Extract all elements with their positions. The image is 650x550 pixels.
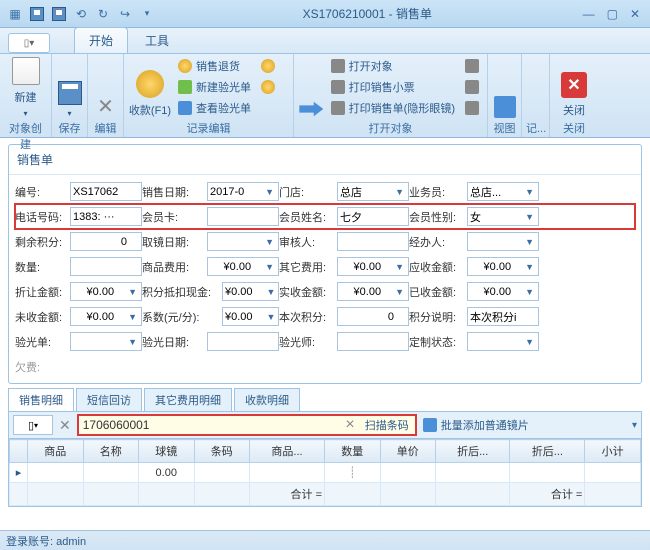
tab-start[interactable]: 开始 [74, 27, 128, 53]
batch-add-button[interactable]: 批量添加普通镜片 [423, 417, 529, 433]
salesman-combo[interactable]: 总店...▼ [467, 182, 539, 201]
sale-panel: 销售单 编号: 销售日期: 2017-0▼ 门店: 总店▼ 业务员: 总店...… [8, 144, 642, 384]
tab-sms[interactable]: 短信回访 [76, 388, 142, 411]
member-name-input[interactable] [337, 207, 409, 226]
view-button[interactable] [492, 56, 517, 120]
qujing-date[interactable]: ▼ [207, 232, 279, 251]
spfy-combo[interactable]: ¥0.00▼ [207, 257, 279, 276]
jfsm-input[interactable] [467, 307, 539, 326]
store-combo[interactable]: 总店▼ [337, 182, 409, 201]
window-title: XS1706210001 - 销售单 [162, 5, 573, 22]
qianfei-label: 欠费: [15, 359, 70, 375]
jifen-input[interactable] [70, 232, 142, 251]
detail-dropdown[interactable]: ▯▾ [13, 415, 53, 435]
sex-combo[interactable]: 女▼ [467, 207, 539, 226]
new-button[interactable]: 新建▾ [4, 56, 47, 120]
redo-icon[interactable]: ↪ [116, 5, 134, 23]
qtfy-combo[interactable]: ¥0.00▼ [337, 257, 409, 276]
barcode-scan-box: × 扫描条码 [77, 414, 417, 436]
xinjian-ygd-button[interactable]: 新建验光单 [174, 77, 255, 97]
app-launcher[interactable]: ▯▾ [8, 33, 50, 53]
ygd-combo[interactable]: ▼ [70, 332, 142, 351]
barcode-input[interactable] [79, 418, 342, 432]
extra-button-2[interactable] [257, 77, 279, 97]
open-obj-item[interactable]: 打开对象 [327, 56, 459, 76]
panel-title: 销售单 [9, 145, 641, 175]
tuihuo-button[interactable]: 销售退货 [174, 56, 255, 76]
jfdk-combo[interactable]: ¥0.00▼ [222, 282, 279, 301]
ribbon: 新建▾ 对象创建 ▾ 保存 ✕ 编辑 收款(F1) 销售退货 新建验光单 查看验… [0, 54, 650, 138]
ysje-combo[interactable]: ¥0.00▼ [467, 257, 539, 276]
grid-icon[interactable]: ▦ [6, 5, 24, 23]
minimize-button[interactable]: — [583, 7, 595, 21]
detail-toolbar: ▯▾ ✕ × 扫描条码 批量添加普通镜片 ▾ [8, 411, 642, 439]
grid-sum-row: 合计 =合计 = [10, 483, 641, 506]
window-buttons: — ▢ ✕ [573, 7, 650, 21]
group-label-edit: 编辑 [92, 120, 119, 135]
bianhao-input[interactable] [70, 182, 142, 201]
dzzt-combo[interactable]: ▼ [467, 332, 539, 351]
ribbon-tabs: ▯▾ 开始 工具 [0, 28, 650, 54]
shoukuan-button[interactable]: 收款(F1) [128, 56, 172, 120]
zrje-combo[interactable]: ¥0.00▼ [70, 282, 142, 301]
ygs-input[interactable] [337, 332, 409, 351]
bianhao-label: 编号: [15, 184, 70, 200]
chakan-ygd-button[interactable]: 查看验光单 [174, 98, 255, 118]
tab-other-fee[interactable]: 其它费用明细 [144, 388, 232, 411]
extra-button-1[interactable] [257, 56, 279, 76]
delete-button[interactable]: ✕ [92, 56, 119, 120]
tab-sale-detail[interactable]: 销售明细 [8, 388, 74, 411]
print-order-item[interactable]: 打印销售单(隐形眼镜) [327, 98, 459, 118]
tab-payment[interactable]: 收款明细 [234, 388, 300, 411]
phone-row: 电话号码: 会员卡: 会员姓名: 会员性别: 女▼ [15, 204, 635, 229]
detail-grid[interactable]: 商品名称球镜 条码商品...数量 单价折后...折后...小计 ▸0.00┊ 合… [8, 439, 642, 507]
ysje2-combo[interactable]: ¥0.00▼ [467, 282, 539, 301]
vipcard-input[interactable] [207, 207, 279, 226]
date-combo[interactable]: 2017-0▼ [207, 182, 279, 201]
maximize-button[interactable]: ▢ [607, 7, 618, 21]
print-receipt-item[interactable]: 打印销售小票 [327, 77, 459, 97]
group-label-open: 打开对象 [298, 120, 483, 135]
status-bar: 登录账号: admin [0, 530, 650, 550]
print-extra-1[interactable] [461, 56, 483, 76]
save-close-icon[interactable]: ✖ [50, 5, 68, 23]
shenhe-input[interactable] [337, 232, 409, 251]
save-button[interactable]: ▾ [56, 56, 83, 120]
clear-barcode-icon[interactable]: × [341, 416, 358, 434]
open-object-button[interactable] [298, 56, 325, 120]
quick-access-toolbar: ▦ ✖ ⟲ ↻ ↪ ▾ [0, 5, 162, 23]
ssje-combo[interactable]: ¥0.00▼ [337, 282, 409, 301]
qat-dropdown-icon[interactable]: ▾ [138, 5, 156, 23]
wsje-combo[interactable]: ¥0.00▼ [70, 307, 142, 326]
jingban-combo[interactable]: ▼ [467, 232, 539, 251]
clear-icon[interactable]: ✕ [59, 417, 71, 434]
scan-hint: 扫描条码 [359, 417, 415, 433]
title-bar: ▦ ✖ ⟲ ↻ ↪ ▾ XS1706210001 - 销售单 — ▢ ✕ [0, 0, 650, 28]
bcjf-input[interactable] [337, 307, 409, 326]
toolbar-dd-icon[interactable]: ▾ [632, 420, 637, 431]
refresh-icon[interactable]: ↻ [94, 5, 112, 23]
group-label-save: 保存 [56, 120, 83, 135]
grid-header-row: 商品名称球镜 条码商品...数量 单价折后...折后...小计 [10, 440, 641, 463]
close-window-button[interactable]: ✕ [630, 7, 640, 21]
save-icon[interactable] [28, 5, 46, 23]
xishu-combo[interactable]: ¥0.00▼ [222, 307, 279, 326]
ygrq-input[interactable] [207, 332, 279, 351]
tab-tools[interactable]: 工具 [130, 27, 184, 53]
print-extra-2[interactable] [461, 77, 483, 97]
detail-tabs: 销售明细 短信回访 其它费用明细 收款明细 [8, 388, 642, 411]
print-extra-3[interactable] [461, 98, 483, 118]
group-label-record: 记录编辑 [128, 120, 289, 135]
phone-input[interactable] [70, 207, 142, 226]
qty-input[interactable] [70, 257, 142, 276]
grid-new-row[interactable]: ▸0.00┊ [10, 463, 641, 483]
undo-icon[interactable]: ⟲ [72, 5, 90, 23]
close-button[interactable]: ✕关闭 [554, 56, 594, 120]
group-label-create: 对象创建 [4, 120, 47, 135]
